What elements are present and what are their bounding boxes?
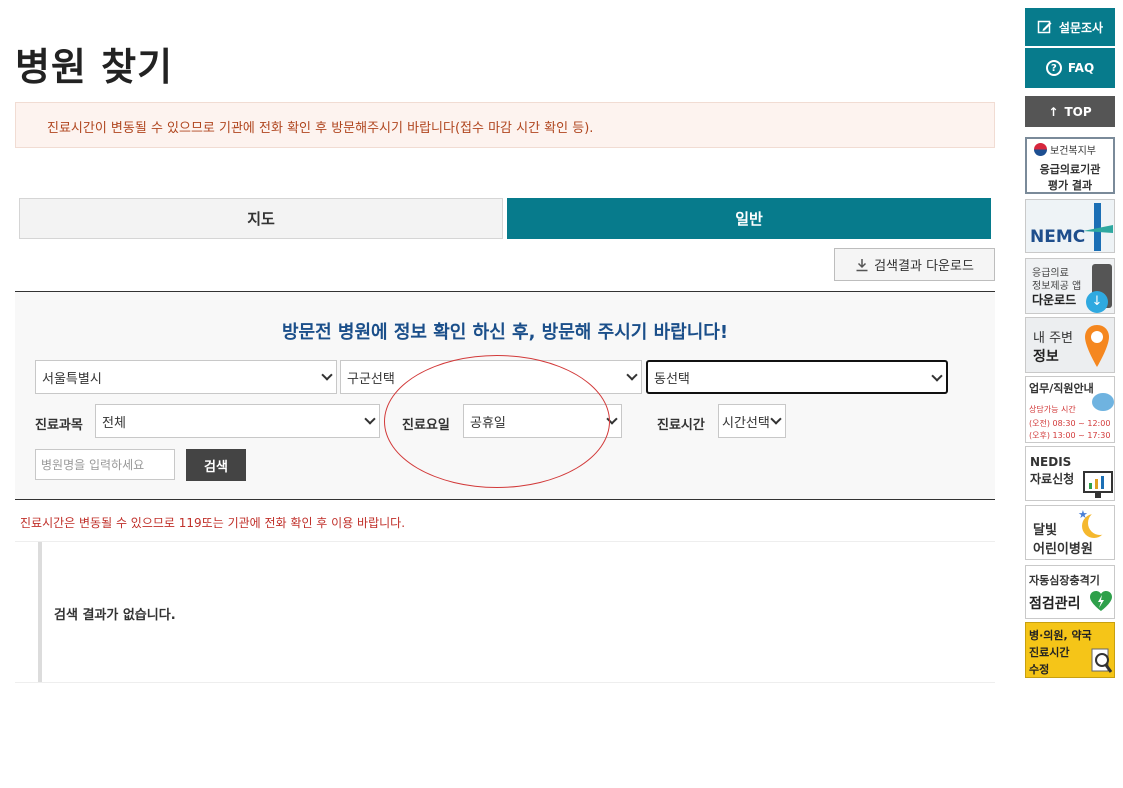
app-download-banner[interactable]: 응급의료 정보제공 앱 다운로드 ↓ — [1025, 258, 1115, 314]
time-value: 시간선택 — [722, 415, 770, 431]
divider — [15, 682, 995, 683]
day-label: 진료요일 — [402, 418, 450, 433]
chevron-down-icon — [606, 413, 618, 425]
mohw-sub: 평가 결과 — [1047, 179, 1093, 192]
staff-line2: (오전) 08:30 ~ 12:00 — [1029, 419, 1111, 428]
aed-banner[interactable]: 자동심장충격기 점검관리 — [1025, 565, 1115, 619]
nearby-line1: 내 주변 — [1033, 331, 1074, 346]
download-icon — [856, 258, 868, 271]
tab-map[interactable]: 지도 — [19, 198, 503, 239]
hospital-name-input[interactable] — [35, 449, 175, 480]
question-icon: ? — [1045, 60, 1062, 76]
chat-bubble-icon — [1092, 393, 1114, 411]
star-icon: ★ — [1078, 508, 1088, 521]
notice-banner: 진료시간이 변동될 수 있으므로 기관에 전화 확인 후 방문해주시기 바랍니다… — [15, 102, 995, 148]
warning-text: 진료시간은 변동될 수 있으므로 119또는 기관에 전화 확인 후 이용 바랍… — [20, 516, 406, 530]
location-pin-icon — [1085, 325, 1109, 367]
mohw-title: 응급의료기관 — [1039, 163, 1101, 176]
result-panel: 검색 결과가 없습니다. — [38, 542, 995, 682]
staff-line1: 상담가능 시간 — [1029, 405, 1076, 414]
day-value: 공휴일 — [470, 415, 506, 431]
arrow-up-icon: ↑ — [1048, 104, 1059, 119]
nedis-line2: 자료신청 — [1030, 472, 1075, 486]
mohw-org-label: 보건복지부 — [1050, 146, 1096, 157]
aed-line2: 점검관리 — [1029, 596, 1081, 612]
dong-select[interactable]: 동선택 — [646, 360, 948, 394]
mohw-logo-icon — [1034, 143, 1047, 156]
nearby-line2: 정보 — [1033, 349, 1059, 365]
app-line2: 정보제공 앱 — [1032, 281, 1082, 292]
staff-info-banner[interactable]: 업무/직원안내 상담가능 시간 (오전) 08:30 ~ 12:00 (오후) … — [1025, 376, 1115, 443]
tab-general[interactable]: 일반 — [507, 198, 991, 239]
search-panel: 방문전 병원에 정보 확인 하신 후, 방문해 주시기 바랍니다! 서울특별시 … — [15, 291, 995, 500]
survey-button[interactable]: 설문조사 — [1025, 8, 1115, 46]
chevron-down-icon — [321, 369, 333, 381]
moonlight-hospital-banner[interactable]: 달빛 어린이병원 ★ — [1025, 505, 1115, 560]
dept-label: 진료과목 — [35, 418, 83, 433]
dept-select[interactable]: 전체 — [95, 404, 380, 438]
sigungu-value: 구군선택 — [347, 371, 395, 387]
edit-icon — [1037, 20, 1052, 34]
staff-title: 업무/직원안내 — [1029, 382, 1094, 395]
download-results-button[interactable]: 검색결과 다운로드 — [834, 248, 995, 281]
search-heading: 방문전 병원에 정보 확인 하신 후, 방문해 주시기 바랍니다! — [281, 322, 729, 343]
sido-value: 서울특별시 — [42, 371, 102, 387]
moon-icon — [1088, 511, 1112, 535]
chevron-down-icon — [931, 370, 943, 382]
staff-line3: (오후) 13:00 ~ 17:30 — [1029, 431, 1111, 440]
monitor-chart-icon — [1083, 471, 1113, 498]
app-line3: 다운로드 — [1032, 293, 1077, 307]
day-select[interactable]: 공휴일 — [463, 404, 622, 438]
chevron-down-icon — [770, 413, 782, 425]
nearby-info-banner[interactable]: 내 주변 정보 — [1025, 317, 1115, 373]
download-circle-icon: ↓ — [1086, 291, 1108, 313]
download-results-label: 검색결과 다운로드 — [874, 259, 974, 274]
time-label: 진료시간 — [657, 418, 705, 433]
moon-line1: 달빛 — [1033, 523, 1057, 538]
survey-label: 설문조사 — [1058, 20, 1104, 35]
hours-line3: 수정 — [1029, 663, 1050, 676]
page-title: 병원 찾기 — [15, 45, 174, 89]
heart-icon — [1090, 591, 1112, 611]
sido-select[interactable]: 서울특별시 — [35, 360, 337, 394]
dong-value: 동선택 — [654, 371, 690, 387]
faq-button[interactable]: ? FAQ — [1025, 48, 1115, 88]
chevron-down-icon — [626, 369, 638, 381]
aed-line1: 자동심장충격기 — [1029, 574, 1100, 587]
sigungu-select[interactable]: 구군선택 — [340, 360, 642, 394]
chevron-down-icon — [364, 413, 376, 425]
hours-line2: 진료시간 — [1029, 646, 1070, 659]
time-select[interactable]: 시간선택 — [718, 404, 786, 438]
hours-line1: 병·의원, 약국 — [1029, 629, 1092, 642]
dept-value: 전체 — [102, 415, 126, 431]
result-empty-text: 검색 결과가 없습니다. — [54, 608, 176, 623]
moon-line2: 어린이병원 — [1033, 542, 1093, 557]
faq-label: FAQ — [1067, 61, 1095, 75]
hours-edit-banner[interactable]: 병·의원, 약국 진료시간 수정 — [1025, 622, 1115, 678]
top-label: TOP — [1064, 104, 1092, 119]
nemc-banner[interactable]: NEMC — [1025, 199, 1115, 253]
mohw-evaluation-banner[interactable]: 보건복지부 응급의료기관 평가 결과 — [1025, 137, 1115, 194]
search-button[interactable]: 검색 — [186, 449, 246, 481]
top-button[interactable]: ↑ TOP — [1025, 96, 1115, 127]
nemc-logo-icon — [1083, 203, 1113, 251]
nemc-label: NEMC — [1030, 227, 1086, 247]
nedis-banner[interactable]: NEDIS 자료신청 — [1025, 446, 1115, 501]
nedis-line1: NEDIS — [1030, 455, 1072, 469]
magnifier-icon — [1091, 648, 1113, 673]
